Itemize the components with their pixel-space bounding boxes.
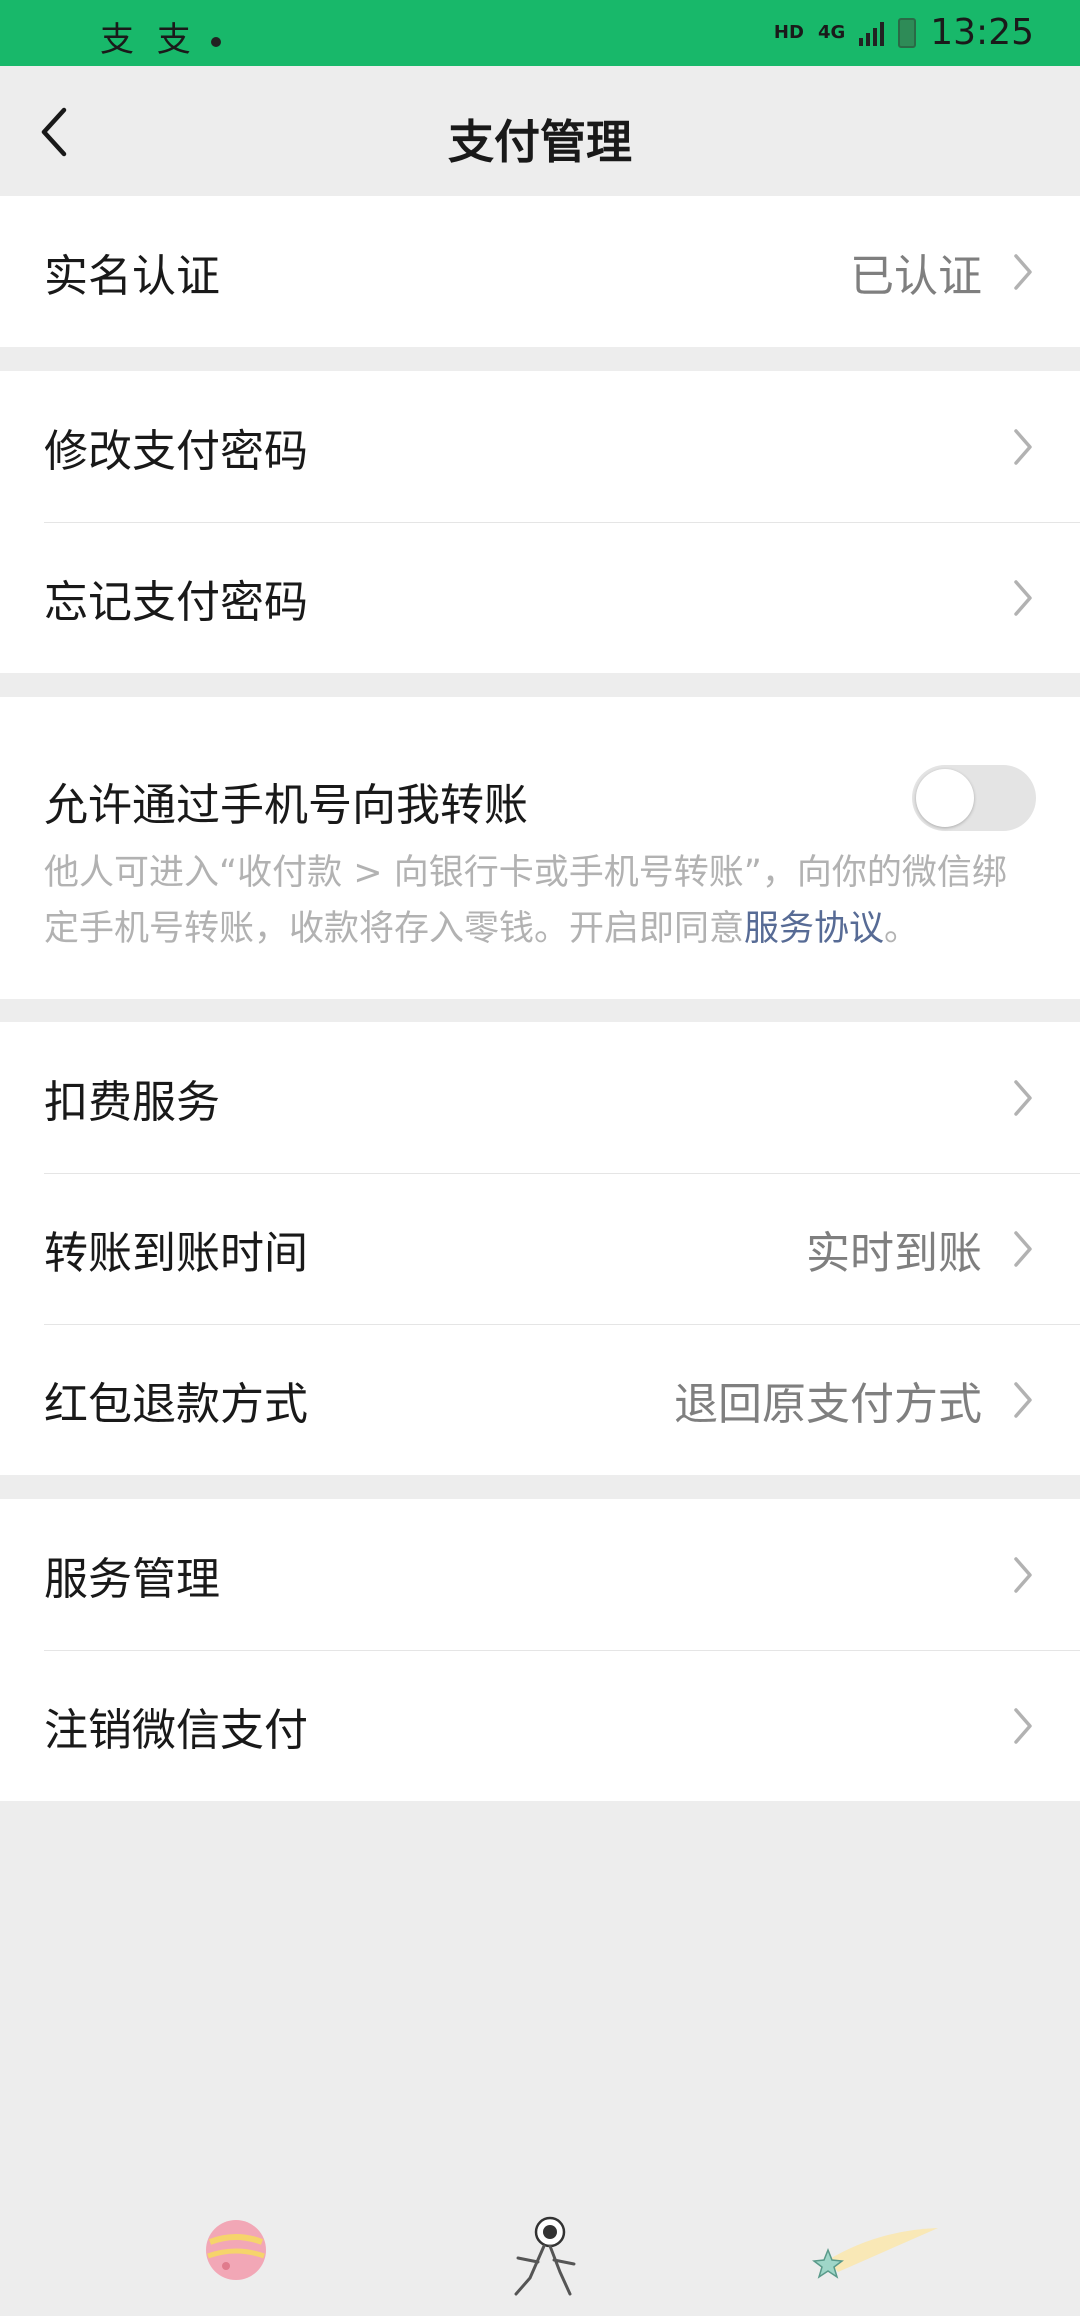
row-label: 注销微信支付 (44, 1704, 308, 1756)
page-title: 支付管理 (448, 115, 632, 169)
phone-transfer-description: 他人可进入“收付款 > 向银行卡或手机号转账”，向你的微信绑定手机号转账，收款将… (44, 845, 1020, 957)
row-deduct-service[interactable]: 扣费服务 (0, 1022, 1080, 1173)
row-service-management[interactable]: 服务管理 (0, 1499, 1080, 1650)
row-label: 红包退款方式 (44, 1378, 308, 1430)
row-transfer-time[interactable]: 转账到账时间 实时到账 (0, 1173, 1080, 1324)
phone-transfer-label: 允许通过手机号向我转账 (44, 780, 528, 831)
row-value: 退回原支付方式 (674, 1378, 982, 1430)
status-right: HD 4G 13:25 (774, 12, 1034, 53)
status-bar: 支 支 HD 4G 13:25 (0, 0, 1080, 66)
service-agreement-link[interactable]: 服务协议 (744, 909, 884, 949)
group-transfer-settings: 扣费服务 转账到账时间 实时到账 红包退款方式 退回原支付方式 (0, 1022, 1080, 1475)
phone-transfer-toggle[interactable] (912, 765, 1036, 831)
divider (44, 522, 1080, 523)
row-value: 已认证 (850, 250, 982, 302)
status-left: 支 支 (100, 12, 221, 61)
group-service: 服务管理 注销微信支付 (0, 1499, 1080, 1801)
row-label: 服务管理 (44, 1553, 220, 1605)
chevron-right-icon (1014, 1230, 1032, 1267)
shooting-star-sticker-icon (812, 2228, 938, 2279)
chevron-right-icon (1014, 253, 1032, 290)
hd-indicator: HD (773, 22, 804, 43)
row-label: 修改支付密码 (44, 425, 308, 477)
notification-dot-icon (210, 36, 221, 47)
row-real-name[interactable]: 实名认证 已认证 (0, 196, 1080, 347)
group-real-name: 实名认证 已认证 (0, 196, 1080, 347)
row-label: 实名认证 (44, 250, 220, 302)
divider (44, 1650, 1080, 1651)
chevron-right-icon (1014, 1556, 1032, 1593)
phone-transfer-block: 允许通过手机号向我转账 他人可进入“收付款 > 向银行卡或手机号转账”，向你的微… (0, 697, 1080, 999)
row-forgot-pay-password[interactable]: 忘记支付密码 (0, 522, 1080, 673)
signal-icon (859, 20, 885, 46)
row-value: 实时到账 (806, 1227, 982, 1279)
row-label: 转账到账时间 (44, 1227, 308, 1279)
row-change-pay-password[interactable]: 修改支付密码 (0, 371, 1080, 522)
row-red-packet-refund[interactable]: 红包退款方式 退回原支付方式 (0, 1324, 1080, 1475)
chevron-right-icon (1014, 1381, 1032, 1418)
status-time: 13:25 (930, 12, 1034, 53)
chevron-right-icon (1014, 1079, 1032, 1116)
description-suffix: 。 (884, 909, 920, 949)
chevron-right-icon (1014, 428, 1032, 465)
status-app-icons: 支 支 (100, 20, 197, 60)
planet-sticker-icon (206, 2220, 266, 2280)
group-password: 修改支付密码 忘记支付密码 (0, 371, 1080, 673)
divider (44, 1173, 1080, 1174)
toggle-knob (916, 769, 974, 827)
battery-icon (898, 17, 917, 48)
chevron-right-icon (1014, 1707, 1032, 1744)
astronaut-sticker-icon (514, 2216, 576, 2296)
divider (44, 1324, 1080, 1325)
row-label: 扣费服务 (44, 1076, 220, 1128)
group-phone-transfer: 允许通过手机号向我转账 他人可进入“收付款 > 向银行卡或手机号转账”，向你的微… (0, 697, 1080, 999)
network-4g-indicator: 4G (817, 22, 846, 43)
row-label: 忘记支付密码 (44, 576, 308, 628)
chevron-right-icon (1014, 579, 1032, 616)
row-deactivate-wechat-pay[interactable]: 注销微信支付 (0, 1650, 1080, 1801)
nav-bar: 支付管理 (0, 66, 1080, 196)
